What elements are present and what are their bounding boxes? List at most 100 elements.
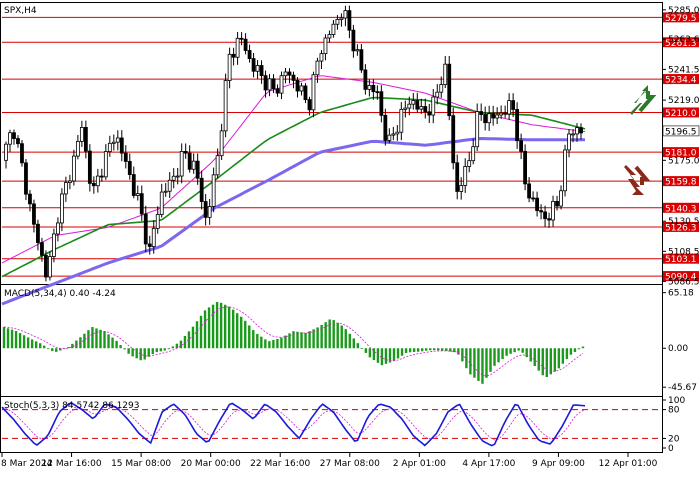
candle-body <box>52 233 56 257</box>
candle-body <box>135 193 140 196</box>
macd-bar <box>143 348 146 360</box>
candle-body <box>235 37 240 58</box>
panel-frames <box>0 2 663 453</box>
macd-bar <box>517 348 520 351</box>
candle-body <box>275 88 280 94</box>
candle-body <box>423 106 428 113</box>
macd-bar <box>30 339 34 349</box>
macd-bar <box>573 348 577 352</box>
candle-body <box>24 162 28 195</box>
candle-body <box>4 143 8 161</box>
candle-body <box>191 160 196 170</box>
level-label: 5210.0 <box>665 109 697 119</box>
time-tick-label: 22 Mar 16:00 <box>250 459 310 469</box>
candle-body <box>395 131 400 135</box>
candle-body <box>56 222 60 235</box>
candle-body <box>211 174 216 207</box>
macd-bar <box>356 343 360 349</box>
macd-bar <box>6 328 10 349</box>
candle-body <box>263 75 268 91</box>
candle-body <box>323 37 328 55</box>
candle-body <box>563 149 567 192</box>
candle-body <box>511 100 516 110</box>
candle-body <box>283 71 288 77</box>
candle-body <box>255 65 260 72</box>
candle-body <box>535 197 539 211</box>
macd-bar <box>171 346 175 349</box>
macd-bar <box>501 348 504 360</box>
candle-body <box>271 78 276 90</box>
candle-body <box>379 91 384 116</box>
time-tick-label: 27 Mar 08:00 <box>320 459 380 469</box>
candle-body <box>539 210 543 213</box>
macd-bar <box>553 348 557 372</box>
candle-body <box>447 63 452 117</box>
macd-bar <box>38 343 42 349</box>
macd-bar <box>256 333 259 349</box>
candle-body <box>75 141 80 157</box>
macd-bar <box>328 319 331 349</box>
macd-bar <box>477 348 480 381</box>
candle-body <box>279 75 284 94</box>
macd-bar <box>139 348 142 361</box>
macd-bar <box>43 345 46 349</box>
candle-body <box>147 243 152 247</box>
macd-bar <box>300 332 303 349</box>
macd-bar <box>10 329 14 349</box>
candle-body <box>195 160 200 179</box>
candle-body <box>103 151 108 178</box>
macd-bar <box>485 348 488 378</box>
candle-body <box>347 10 352 31</box>
macd-bar <box>473 348 476 378</box>
macd-bar <box>412 348 416 353</box>
candle-body <box>187 152 192 170</box>
macd-bar <box>428 348 432 351</box>
macd-bar <box>276 338 279 349</box>
candle-body <box>295 80 300 92</box>
macd-bar <box>457 348 460 355</box>
macd-bar <box>215 301 219 349</box>
macd-bar <box>400 348 404 356</box>
time-tick-label: 12 Apr 01:00 <box>599 459 658 469</box>
candle-body <box>367 85 372 90</box>
candle-body <box>331 23 336 35</box>
candle-body <box>107 142 112 152</box>
macd-bar <box>581 346 585 349</box>
macd-bar <box>416 348 420 352</box>
candle-body <box>487 113 492 124</box>
time-tick-label: 12 Mar 16:00 <box>42 459 102 469</box>
macd-bar <box>55 348 58 352</box>
candle-body <box>443 63 448 86</box>
macd-chart-title: MACD(5,34,4) 0.40 -4.24 <box>4 289 116 299</box>
candle-body <box>399 108 404 133</box>
macd-bar <box>34 341 38 349</box>
candle-body <box>155 214 160 229</box>
price-panel-frame <box>0 2 663 285</box>
candle-body <box>111 141 116 144</box>
macd-bar <box>537 348 540 371</box>
candle-body <box>543 211 547 220</box>
candle-body <box>391 133 396 136</box>
axis-layer: 5285.0 5263.6 5241.5 5219.0 5175.0 5130.5 5108… <box>1 6 700 469</box>
macd-bar <box>195 321 199 349</box>
macd-bar <box>533 348 536 367</box>
macd-bar <box>191 326 195 349</box>
candle-body <box>28 193 32 205</box>
price-tick-label: 5285.0 <box>668 6 700 16</box>
price-tick-label: 5086.5 <box>668 277 700 287</box>
candle-body <box>203 201 208 218</box>
candle-body <box>547 218 551 221</box>
macd-bar <box>99 329 102 349</box>
macd-bar <box>175 343 179 349</box>
candle-body <box>455 162 460 192</box>
candle-body <box>311 74 316 111</box>
candle-body <box>40 242 44 256</box>
macd-bar <box>219 302 223 349</box>
candle-body <box>459 185 464 192</box>
macd-bar <box>352 338 355 349</box>
macd-bar <box>22 335 26 349</box>
macd-bar <box>557 348 561 369</box>
macd-bar <box>296 331 299 349</box>
candle-body <box>95 175 100 187</box>
candle-body <box>267 78 272 91</box>
